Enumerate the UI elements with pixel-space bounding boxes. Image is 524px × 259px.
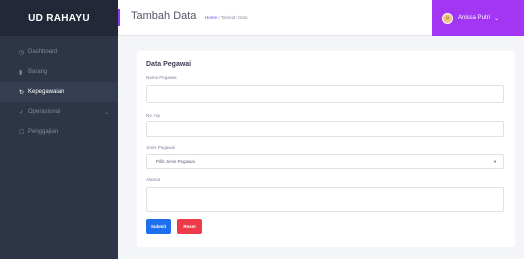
caret-down-icon: ▼ — [493, 159, 497, 164]
form-title: Data Pegawai — [146, 61, 192, 68]
no-hp-label: No. Hp — [146, 113, 161, 118]
sidebar-item-label: Dashboard — [28, 49, 58, 55]
sidebar-item-kepegawaian[interactable]: ↻ Kepegawaian — [0, 82, 118, 102]
breadcrumb-home-link[interactable]: Home — [205, 15, 217, 20]
sidebar-nav: ◷ Dashboard ▮ Barang ↻ Kepegawaian ✓ Ope… — [0, 36, 118, 142]
breadcrumb-separator: / — [218, 15, 220, 20]
dashboard-icon: ◷ — [19, 49, 25, 56]
sidebar-item-barang[interactable]: ▮ Barang — [0, 62, 118, 82]
brand-logo[interactable]: UD RAHAYU — [0, 0, 118, 36]
chevron-down-icon: ⌄ — [103, 109, 109, 116]
reset-button[interactable]: Reset — [177, 219, 202, 234]
refresh-icon: ↻ — [19, 89, 25, 96]
page-title: Tambah Data — [131, 10, 197, 22]
box-icon: ▮ — [19, 69, 23, 76]
check-icon: ✓ — [19, 109, 25, 116]
jenis-pegawai-selected: Pilih Jenis Pegawai — [156, 159, 195, 164]
sidebar-item-penggajian[interactable]: ☐ Penggajian — [0, 122, 118, 142]
user-name: Anissa Putri — [458, 15, 491, 21]
title-accent-bar — [118, 9, 120, 26]
submit-button[interactable]: Submit — [146, 219, 171, 234]
no-hp-input[interactable] — [146, 121, 504, 137]
avatar: ☺ — [442, 12, 453, 24]
jenis-pegawai-select[interactable]: Pilih Jenis Pegawai ▼ — [146, 154, 504, 169]
alamat-textarea[interactable] — [146, 187, 504, 212]
sidebar-item-label: Kepegawaian — [28, 89, 65, 95]
sidebar-item-dashboard[interactable]: ◷ Dashboard — [0, 42, 118, 62]
nama-pegawai-input[interactable] — [146, 85, 504, 103]
nama-pegawai-label: Nama Pegawai — [146, 75, 177, 80]
jenis-pegawai-label: Jenis Pegawai — [146, 145, 176, 150]
sidebar: UD RAHAYU ◷ Dashboard ▮ Barang ↻ Kepegaw… — [0, 0, 118, 259]
sidebar-item-label: Barang — [28, 69, 48, 75]
user-menu[interactable]: ☺ Anissa Putri ⌄ — [432, 0, 524, 36]
form-card: Data Pegawai Nama Pegawai No. Hp Jenis P… — [137, 51, 515, 247]
alamat-label: Alamat — [146, 177, 161, 182]
chevron-down-icon: ⌄ — [494, 15, 500, 22]
sidebar-item-label: Penggajian — [28, 129, 59, 135]
breadcrumb-current: Tambah Data — [220, 15, 248, 20]
sidebar-item-label: Operasional — [28, 109, 61, 115]
breadcrumb: Home / Tambah Data — [205, 15, 247, 20]
top-bar: Tambah Data Home / Tambah Data ☺ Anissa … — [118, 0, 524, 36]
wallet-icon: ☐ — [19, 129, 25, 136]
sidebar-item-operasional[interactable]: ✓ Operasional ⌄ — [0, 102, 118, 122]
